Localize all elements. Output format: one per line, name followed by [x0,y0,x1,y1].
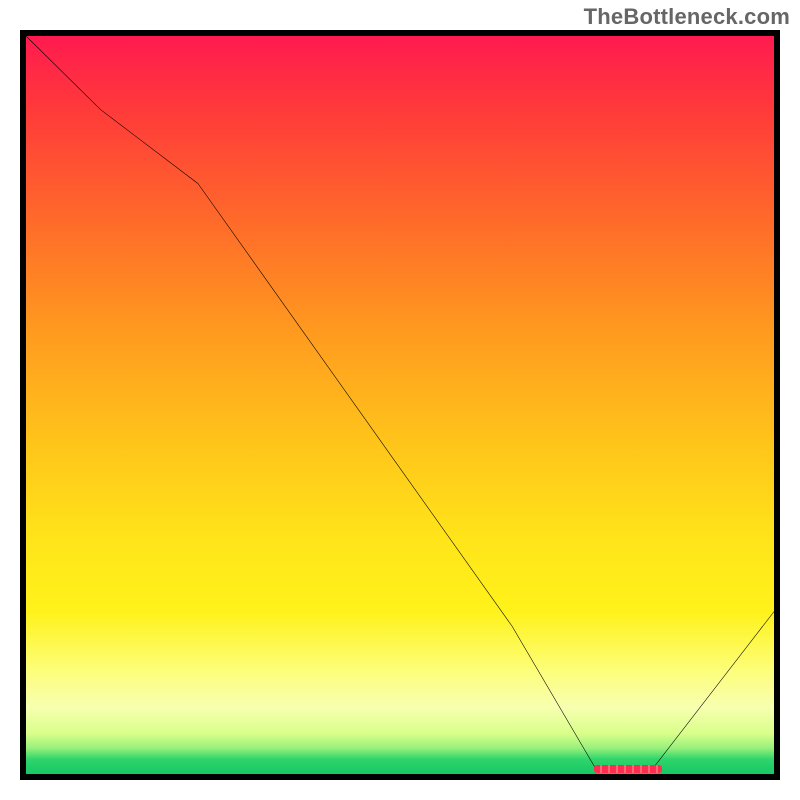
watermark-text: TheBottleneck.com [584,4,790,30]
bottleneck-line [26,36,774,774]
chart-container: TheBottleneck.com [0,0,800,800]
optimum-band-marker [594,765,661,773]
plot-frame [20,30,780,780]
